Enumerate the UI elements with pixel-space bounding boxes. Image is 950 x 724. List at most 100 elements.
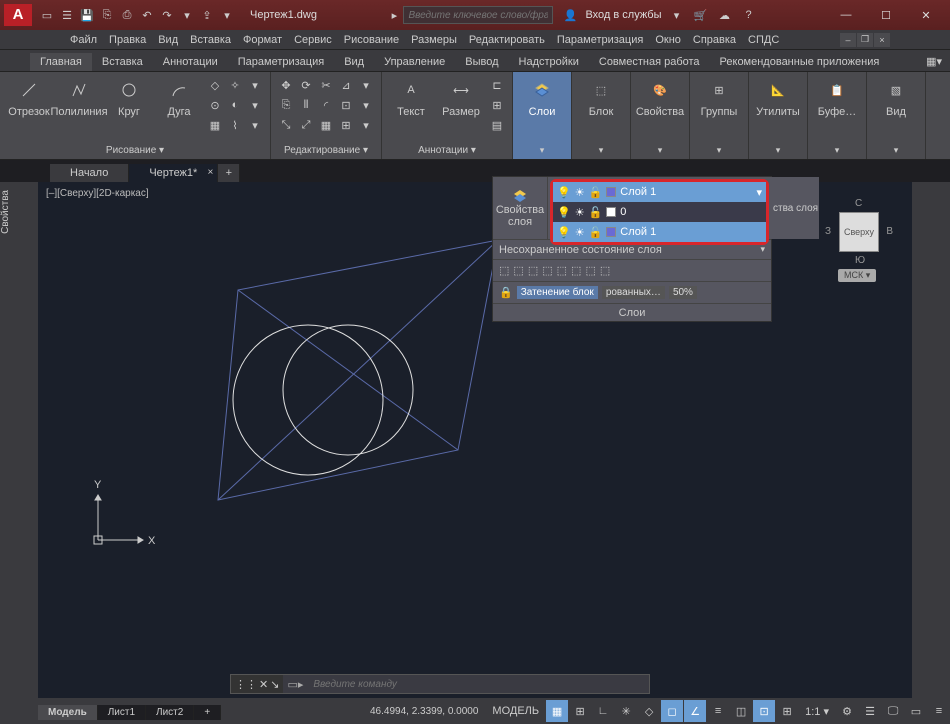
tab-add-layout[interactable]: +	[194, 705, 221, 720]
props-button[interactable]: 🎨Свойства	[637, 76, 683, 143]
layer-props-button[interactable]: Свойства слоя	[493, 177, 548, 239]
cloud-icon[interactable]: ☁	[716, 6, 734, 24]
lock-icon[interactable]: 🔓	[589, 226, 603, 239]
state-dd-icon[interactable]: ▾	[760, 244, 765, 255]
drawing-canvas[interactable]: [–][Сверху][2D-каркас] X Y С	[38, 182, 912, 698]
bulb-icon[interactable]: 💡	[557, 206, 571, 219]
ribbon-tab-param[interactable]: Параметризация	[228, 53, 334, 71]
text-button[interactable]: A Текст	[388, 76, 434, 143]
ribbon-tab-apps[interactable]: Рекомендованные приложения	[710, 53, 890, 71]
minimize-button[interactable]: —	[826, 0, 866, 30]
tab-add-button[interactable]: +	[218, 164, 240, 182]
menu-tools[interactable]: Сервис	[294, 34, 332, 46]
qat-save-icon[interactable]: 💾	[78, 6, 96, 24]
draw-sb[interactable]: ◇	[206, 76, 224, 94]
cmd-grip-icon[interactable]: ⋮⋮	[235, 678, 257, 691]
ribbon-tab-insert[interactable]: Вставка	[92, 53, 153, 71]
array-icon[interactable]: ▦	[317, 116, 335, 134]
osnap-toggle[interactable]: ◻	[661, 700, 683, 722]
search-input[interactable]	[403, 6, 553, 24]
tab-model[interactable]: Модель	[38, 705, 98, 720]
qat-redo-icon[interactable]: ↷	[158, 6, 176, 24]
utils-button[interactable]: 📐Утилиты	[755, 76, 801, 143]
lock-icon[interactable]: 🔓	[589, 206, 603, 219]
ribbon-tab-collab[interactable]: Совместная работа	[589, 53, 710, 71]
view-button[interactable]: ▧Вид	[873, 76, 919, 143]
cube-face[interactable]: Сверху	[839, 212, 879, 252]
menu-spds[interactable]: СПДС	[748, 34, 779, 46]
fillet-icon[interactable]: ◜	[317, 96, 335, 114]
view-cube[interactable]: С Ю В З Сверху МСК ▾	[824, 192, 894, 282]
transp-toggle[interactable]: ◫	[730, 700, 752, 722]
ribbon-tab-output[interactable]: Вывод	[455, 53, 508, 71]
maximize-button[interactable]: ☐	[866, 0, 906, 30]
qat-new-icon[interactable]: ▭	[38, 6, 56, 24]
menu-file[interactable]: Файл	[70, 34, 97, 46]
ribbon-tab-view[interactable]: Вид	[334, 53, 374, 71]
qat-open-icon[interactable]: ☰	[58, 6, 76, 24]
draw-panel-label[interactable]: Рисование ▾	[6, 143, 264, 157]
qat-dd-icon[interactable]: ▾	[218, 6, 236, 24]
block-button[interactable]: ⬚Блок	[578, 76, 624, 143]
command-input[interactable]	[307, 679, 649, 690]
cmd-recent-icon[interactable]: ↘	[270, 678, 279, 691]
layer-row-1[interactable]: 💡 ☀ 🔓 Слой 1	[553, 222, 766, 242]
trim-icon[interactable]: ✂	[317, 76, 335, 94]
grid-toggle[interactable]: ▦	[546, 700, 568, 722]
tab-close-icon[interactable]: ×	[207, 167, 213, 178]
otrack-toggle[interactable]: ∠	[684, 700, 706, 722]
menu-draw[interactable]: Рисование	[344, 34, 399, 46]
copy-icon[interactable]: ⎘	[277, 96, 295, 114]
rotate-icon[interactable]: ⟳	[297, 76, 315, 94]
layer-panel-footer[interactable]: Слои	[493, 303, 771, 321]
signin-link[interactable]: Вход в службы	[585, 9, 661, 21]
lock-icon[interactable]: 🔓	[589, 186, 603, 199]
dim-button[interactable]: ⟷ Размер	[438, 76, 484, 143]
cmd-close-icon[interactable]: ✕	[259, 678, 268, 691]
color-swatch[interactable]	[606, 207, 616, 217]
menu-window[interactable]: Окно	[655, 34, 681, 46]
ortho-toggle[interactable]: ∟	[592, 700, 614, 722]
stretch-icon[interactable]: ⤡	[277, 116, 295, 134]
title-arrow-icon[interactable]: ▸	[385, 6, 403, 24]
menu-modify[interactable]: Редактировать	[469, 34, 545, 46]
menu-help[interactable]: Справка	[693, 34, 736, 46]
scale-icon[interactable]: ⤢	[297, 116, 315, 134]
child-min-button[interactable]: –	[840, 33, 856, 47]
help-icon[interactable]: ?	[740, 6, 758, 24]
layer-row-0[interactable]: 💡 ☀ 🔓 0	[553, 202, 766, 222]
polyline-button[interactable]: Полилиния	[56, 76, 102, 143]
qat-saveas-icon[interactable]: ⎘	[98, 6, 116, 24]
cart-icon[interactable]: 🛒	[692, 6, 710, 24]
ribbon-tab-anno[interactable]: Аннотации	[153, 53, 228, 71]
menu-insert[interactable]: Вставка	[190, 34, 231, 46]
color-swatch[interactable]	[606, 227, 616, 237]
model-space-button[interactable]: МОДЕЛЬ	[486, 700, 545, 722]
right-palette-bar[interactable]	[912, 182, 950, 698]
anno-panel-label[interactable]: Аннотации ▾	[388, 143, 506, 157]
anno-scale[interactable]: 1:1 ▾	[799, 700, 835, 722]
arc-button[interactable]: Дуга	[156, 76, 202, 143]
monitor-icon[interactable]: 🖵	[882, 700, 904, 722]
menu-view[interactable]: Вид	[158, 34, 178, 46]
tab-sheet1[interactable]: Лист1	[98, 705, 146, 720]
circle-button[interactable]: Круг	[106, 76, 152, 143]
snap-toggle[interactable]: ⊞	[569, 700, 591, 722]
menu-format[interactable]: Формат	[243, 34, 282, 46]
qat-share-icon[interactable]: ⇪	[198, 6, 216, 24]
modify-panel-label[interactable]: Редактирование ▾	[277, 143, 375, 157]
tab-sheet2[interactable]: Лист2	[146, 705, 194, 720]
user-icon[interactable]: 👤	[561, 6, 579, 24]
signin-dd-icon[interactable]: ▾	[668, 6, 686, 24]
polar-toggle[interactable]: ✳	[615, 700, 637, 722]
menu-param[interactable]: Параметризация	[557, 34, 643, 46]
sc-toggle[interactable]: ⊞	[776, 700, 798, 722]
coordinates[interactable]: 46.4994, 2.3399, 0.0000	[362, 706, 486, 717]
tab-start[interactable]: Начало	[50, 164, 129, 182]
qat-undo-icon[interactable]: ↶	[138, 6, 156, 24]
command-line[interactable]: ⋮⋮ ✕ ↘ ▭▸	[230, 674, 650, 694]
ribbon-tab-addins[interactable]: Надстройки	[509, 53, 589, 71]
qat-plot-icon[interactable]: ⎙	[118, 6, 136, 24]
app-logo[interactable]: A	[4, 4, 32, 26]
line-button[interactable]: Отрезок	[6, 76, 52, 143]
